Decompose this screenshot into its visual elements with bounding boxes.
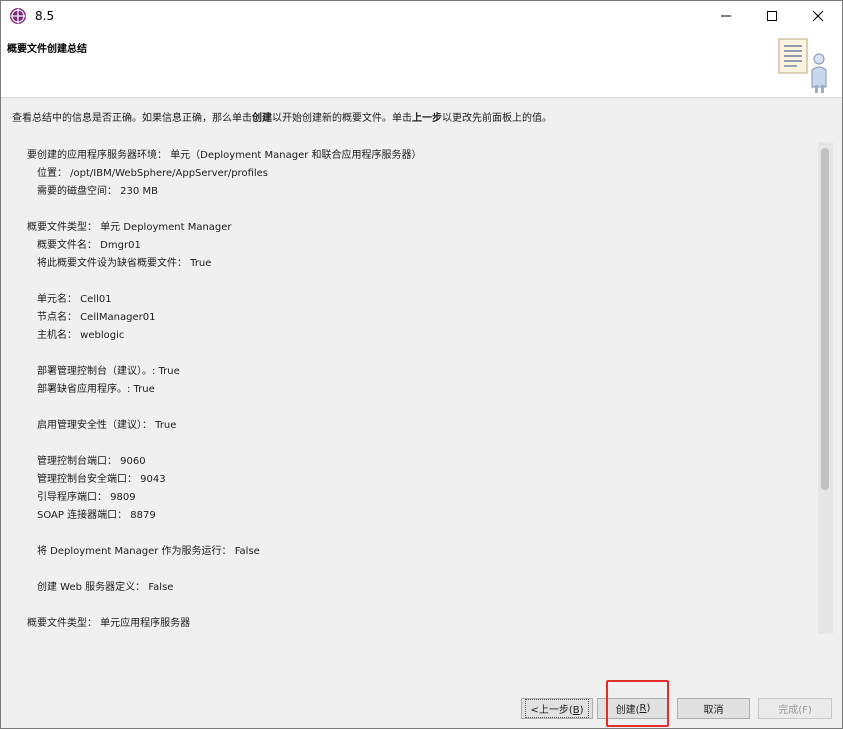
description-prefix: 查看总结中的信息是否正确。如果信息正确，那么单击: [12, 113, 252, 124]
summary-line: 创建 Web 服务器定义： False: [37, 582, 174, 593]
window-title: 8.5: [35, 9, 55, 23]
summary-line: 要创建的应用程序服务器环境： 单元（Deployment Manager 和联合…: [27, 150, 422, 161]
summary-line: 概要文件类型： 单元应用程序服务器: [27, 618, 191, 629]
page-title: 概要文件创建总结: [7, 44, 87, 55]
maximize-icon: [767, 11, 777, 21]
create-button-mnemonic: R: [639, 703, 647, 714]
minimize-button[interactable]: [703, 1, 749, 31]
summary-line: 将此概要文件设为缺省概要文件： True: [37, 258, 212, 269]
summary-text-area[interactable]: 要创建的应用程序服务器环境： 单元（Deployment Manager 和联合…: [11, 142, 833, 634]
description-suffix: 以更改先前面板上的值。: [442, 113, 552, 124]
maximize-button[interactable]: [749, 1, 795, 31]
was-globe-icon: [10, 8, 26, 24]
description-back-word: 上一步: [412, 113, 442, 124]
summary-line: 概要文件名： Dmgr01: [37, 240, 141, 251]
scrollbar-thumb[interactable]: [821, 148, 829, 490]
header-banner: 概要文件创建总结: [1, 31, 842, 98]
create-button-close: ): [646, 703, 651, 714]
summary-line: 将 Deployment Manager 作为服务运行： False: [37, 546, 260, 557]
summary-line: 概要文件类型： 单元 Deployment Manager: [27, 222, 232, 233]
checklist-person-icon: [778, 38, 827, 93]
summary-line: 部署管理控制台（建议）。: True: [37, 366, 180, 377]
summary-line: 需要的磁盘空间： 230 MB: [37, 186, 158, 197]
finish-button[interactable]: 完成(F): [758, 698, 832, 719]
summary-line: 部署缺省应用程序。: True: [37, 384, 155, 395]
close-button[interactable]: [795, 1, 841, 31]
back-button-label: <上一步(B): [525, 699, 589, 718]
back-button[interactable]: <上一步(B): [521, 698, 593, 719]
summary-line: 单元名： Cell01: [37, 294, 112, 305]
back-button-mnemonic: B: [572, 705, 580, 716]
summary-line: 管理控制台端口： 9060: [37, 456, 146, 467]
back-button-close: ): [579, 705, 584, 716]
summary-line: 主机名： weblogic: [37, 330, 125, 341]
summary-line: SOAP 连接器端口： 8879: [37, 510, 156, 521]
description-create-word: 创建: [252, 113, 272, 124]
minimize-icon: [721, 15, 731, 17]
summary-line: 位置： /opt/IBM/WebSphere/AppServer/profile…: [37, 168, 269, 179]
cancel-button[interactable]: 取消: [677, 698, 750, 719]
summary-description: 查看总结中的信息是否正确。如果信息正确，那么单击创建以开始创建新的概要文件。单击…: [12, 109, 552, 124]
back-button-text: <上一步(: [530, 705, 573, 716]
summary-line: 启用管理安全性（建议）： True: [37, 420, 177, 431]
summary-line: 节点名： CellManager01: [37, 312, 156, 323]
title-bar[interactable]: 8.5: [1, 1, 842, 31]
create-button[interactable]: 创建(R): [597, 698, 669, 719]
vertical-scrollbar[interactable]: [818, 142, 833, 634]
description-middle: 以开始创建新的概要文件。单击: [272, 113, 412, 124]
close-icon: [812, 10, 824, 22]
profile-creation-summary-window: 8.5 概要文件创建总结 查看总结中的信息是否正确。如果信息正确，那么单击创建以…: [0, 0, 843, 729]
create-button-text: 创建(: [615, 705, 640, 716]
summary-line: 引导程序端口： 9809: [37, 492, 136, 503]
summary-line: 管理控制台安全端口： 9043: [37, 474, 166, 485]
